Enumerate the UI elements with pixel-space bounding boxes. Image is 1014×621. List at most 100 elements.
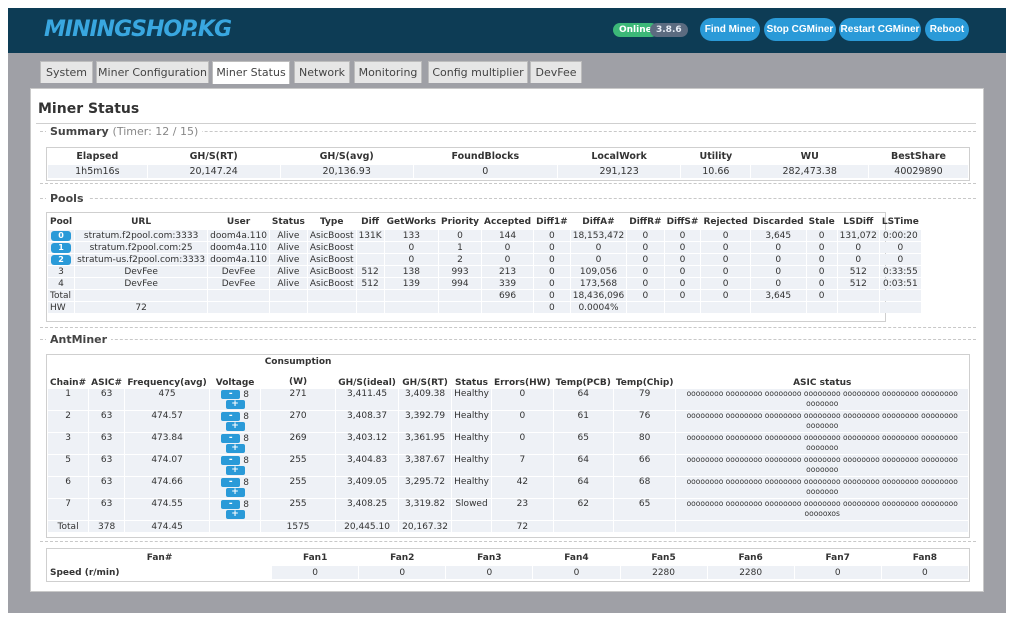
version-badge: 3.8.6 [650, 23, 688, 37]
pools-cell: 0 [806, 254, 837, 265]
pools-cell: 0 [806, 290, 837, 301]
pools-cell: 0 [806, 266, 837, 277]
pools-cell: 138 [384, 266, 439, 277]
voltage-decrease-button[interactable]: - [221, 499, 241, 509]
chain-cell-status: Healthy [452, 455, 491, 476]
title-divider [36, 123, 976, 124]
find-miner-button[interactable]: Find Miner [700, 18, 760, 41]
pools-cell: doom4a.110 [208, 230, 269, 241]
pools-cell [806, 302, 837, 313]
tab-system[interactable]: System [40, 61, 93, 83]
pools-cell: 0 [534, 278, 570, 289]
chain-cell-asic: 63 [89, 499, 125, 520]
tab-miner-status[interactable]: Miner Status [212, 61, 290, 84]
summary-header: Utility [699, 151, 733, 162]
pools-cell: 0 [627, 254, 664, 265]
pools-header: LSTime [881, 216, 919, 227]
chain-cell-chain: 7 [48, 499, 89, 520]
pools-header: Rejected [703, 216, 748, 227]
pools-header: Priority [441, 216, 480, 227]
pools-cell: 0 [627, 290, 664, 301]
pools-cell: 0 [627, 242, 664, 253]
antminer-header: ASIC status [793, 378, 852, 388]
pools-cell [627, 302, 664, 313]
restart-cgminer-button[interactable]: Restart CGMiner [839, 18, 921, 41]
voltage-decrease-button[interactable]: - [221, 411, 241, 421]
voltage-cell: -8 + [210, 477, 261, 498]
pools-cell: 994 [439, 278, 482, 289]
chain-cell-pcb: 61 [553, 411, 613, 432]
voltage-increase-button[interactable]: + [225, 443, 245, 453]
voltage-decrease-button[interactable]: - [221, 433, 241, 443]
total-cell: 72 [491, 521, 553, 532]
pools-cell: 0:00:20 [879, 230, 921, 241]
chain-cell-asic: 63 [89, 477, 125, 498]
chain-cell-chip: 79 [613, 389, 676, 410]
pools-cell: 0 [806, 230, 837, 241]
pools-cell: Alive [269, 266, 307, 277]
pools-row: 4 DevFee DevFee Alive AsicBoost 512 139 994 339 0… [48, 278, 921, 289]
pools-header: Pool [50, 216, 73, 227]
voltage-decrease-button[interactable]: - [221, 455, 241, 465]
voltage-increase-button[interactable]: + [225, 465, 245, 475]
chain-cell-freq: 474.07 [125, 455, 210, 476]
tab-config-multiplier[interactable]: Config multiplier [428, 61, 528, 83]
pool-priority-badge[interactable]: 1 [51, 242, 72, 253]
pools-cell: DevFee [208, 266, 269, 277]
voltage-increase-button[interactable]: + [225, 421, 245, 431]
total-cell [613, 521, 676, 532]
pool-id-cell: Total [48, 290, 75, 301]
pools-cell: AsicBoost [307, 278, 356, 289]
chain-cell-errors: 23 [491, 499, 553, 520]
pools-cell: Alive [269, 242, 307, 253]
chain-row: 7 63 474.55-8 +255 3,408.25 3,319.82 Slowed 23 6… [48, 499, 968, 520]
pools-cell: stratum.f2pool.com:25 [75, 242, 208, 253]
pools-header: Diff [361, 216, 380, 227]
pools-cell: DevFee [208, 278, 269, 289]
pool-id-cell: 1 [48, 242, 75, 253]
pools-cell: 0 [534, 230, 570, 241]
reboot-button[interactable]: Reboot [925, 18, 969, 41]
chain-row: 3 63 473.84-8 +269 3,403.12 3,361.95 Healthy 0 6… [48, 433, 968, 454]
tab-devfee[interactable]: DevFee [530, 61, 582, 83]
chain-cell-chip: 66 [613, 455, 676, 476]
voltage-value: 8 [243, 411, 249, 422]
asic-status-cell: oooooooo oooooooo oooooooo oooooooo oooo… [676, 411, 968, 432]
pool-id-cell: 3 [48, 266, 75, 277]
voltage-increase-button[interactable]: + [225, 509, 245, 519]
chain-cell-asic: 63 [89, 411, 125, 432]
fan-header: Fan# [146, 552, 173, 563]
pools-cell: 0 [439, 230, 482, 241]
antminer-header: Errors(HW) [493, 378, 551, 388]
chain-cell-cons: 255 [261, 499, 336, 520]
pools-cell: 0 [534, 302, 570, 313]
voltage-increase-button[interactable]: + [225, 399, 245, 409]
voltage-decrease-button[interactable]: - [221, 477, 241, 487]
tab-monitoring[interactable]: Monitoring [354, 61, 422, 83]
chain-cell-cons: 269 [261, 433, 336, 454]
chain-cell-chain: 1 [48, 389, 89, 410]
chain-cell-pcb: 64 [553, 455, 613, 476]
summary-elapsed: 1h5m16s [48, 165, 147, 178]
chain-cell-chain: 5 [48, 455, 89, 476]
summary-ghs-avg: 20,136.93 [280, 165, 413, 178]
pool-priority-badge[interactable]: 0 [51, 230, 72, 241]
pools-cell: 3,645 [750, 230, 806, 241]
pool-priority-badge[interactable]: 2 [51, 254, 72, 265]
voltage-decrease-button[interactable]: - [221, 389, 241, 399]
tab-miner-configuration[interactable]: Miner Configuration [96, 61, 209, 83]
pools-cell: 512 [837, 266, 879, 277]
asic-status-cell: oooooooo oooooooo oooooooo oooooooo oooo… [676, 389, 968, 410]
pools-cell [439, 290, 482, 301]
pools-header: Diff1# [536, 216, 568, 227]
stop-cgminer-button[interactable]: Stop CGMiner [764, 18, 836, 41]
chain-cell-chain: 6 [48, 477, 89, 498]
pools-cell: 0:03:51 [879, 278, 921, 289]
pools-cell [664, 302, 701, 313]
fan-speed-value: 2280 [707, 566, 794, 579]
antminer-header: GH/S(ideal) [338, 378, 396, 388]
voltage-increase-button[interactable]: + [225, 487, 245, 497]
tab-network[interactable]: Network [294, 61, 350, 83]
fan-speed-value: 0 [533, 566, 620, 579]
chain-cell-pcb: 64 [553, 477, 613, 498]
